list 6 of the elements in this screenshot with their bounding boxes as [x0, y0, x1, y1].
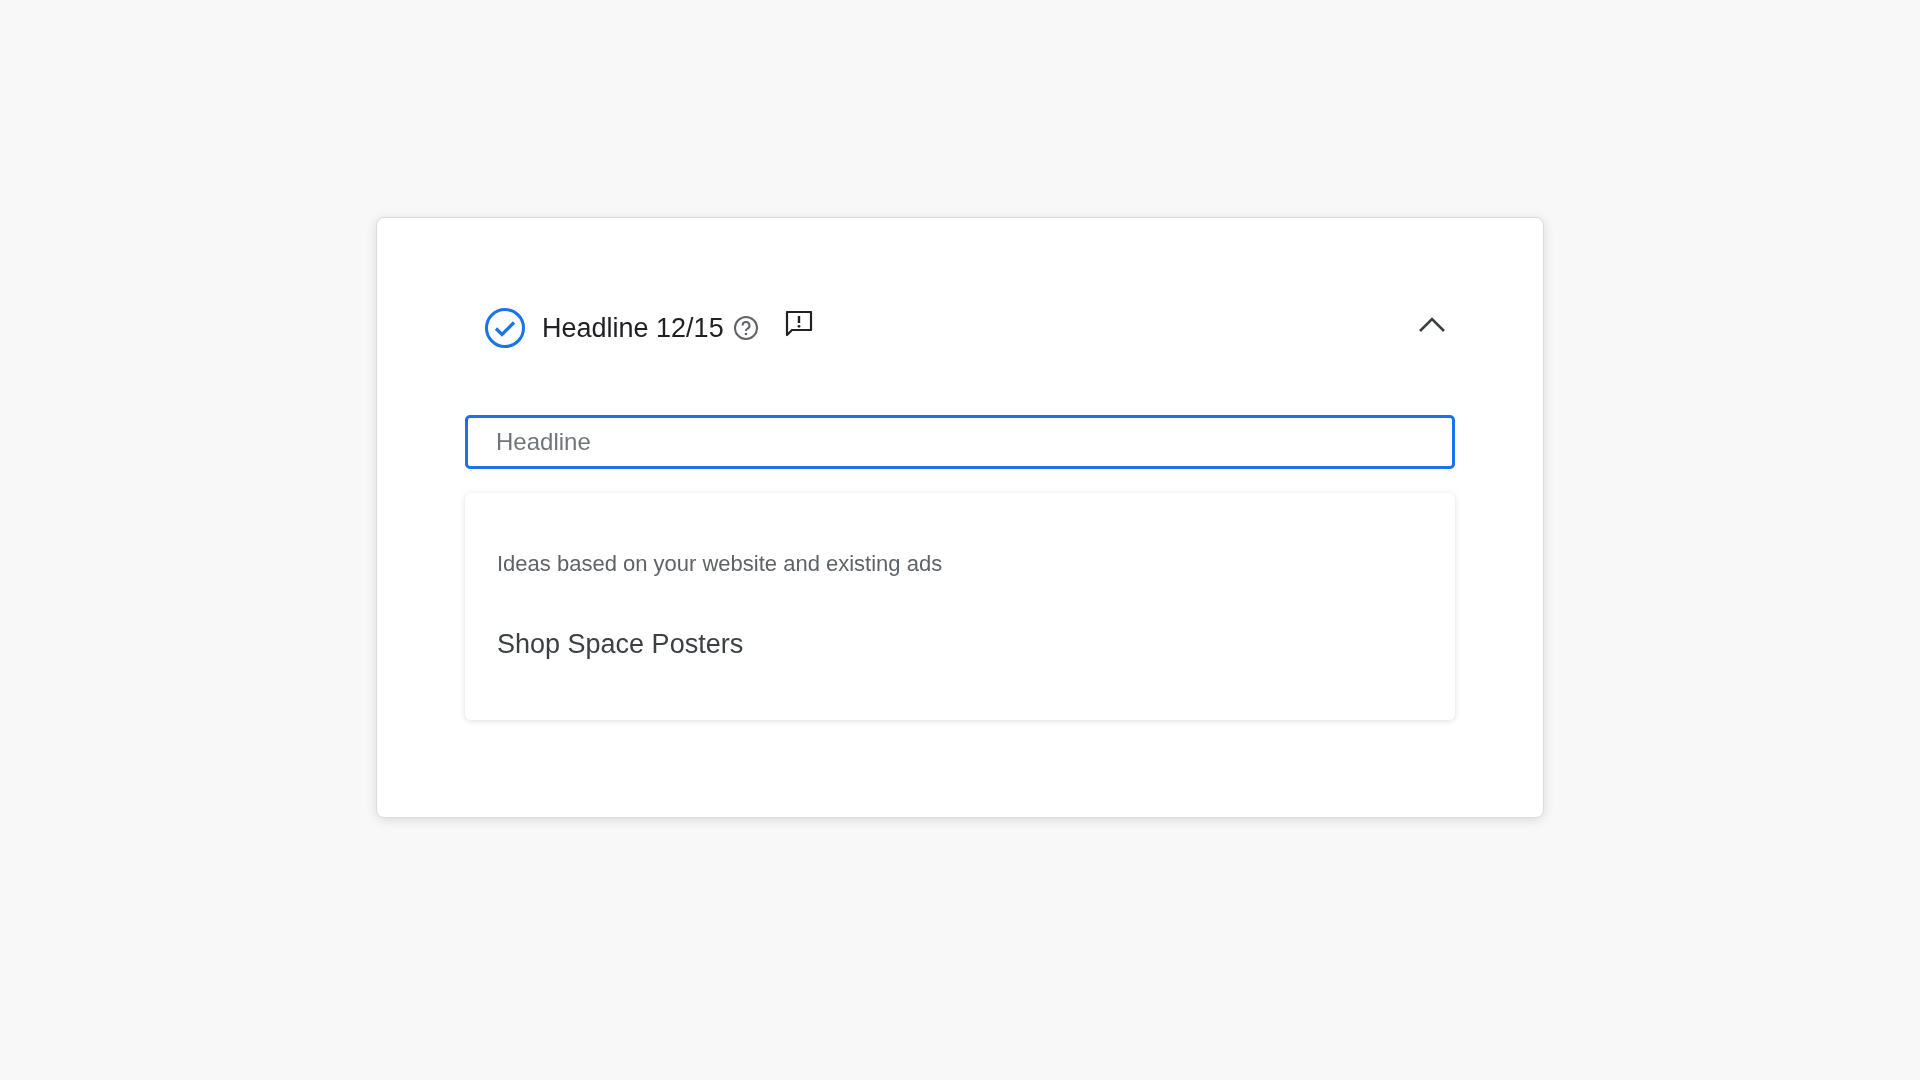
suggestion-item[interactable]: Shop Space Posters — [497, 624, 744, 665]
headline-input-field[interactable]: Headline — [465, 415, 1455, 469]
suggestion-hint: Ideas based on your website and existing ads — [497, 550, 944, 578]
feedback-icon[interactable] — [783, 309, 814, 339]
section-title: Headline 12/15 — [542, 311, 724, 345]
help-icon[interactable] — [731, 314, 760, 342]
